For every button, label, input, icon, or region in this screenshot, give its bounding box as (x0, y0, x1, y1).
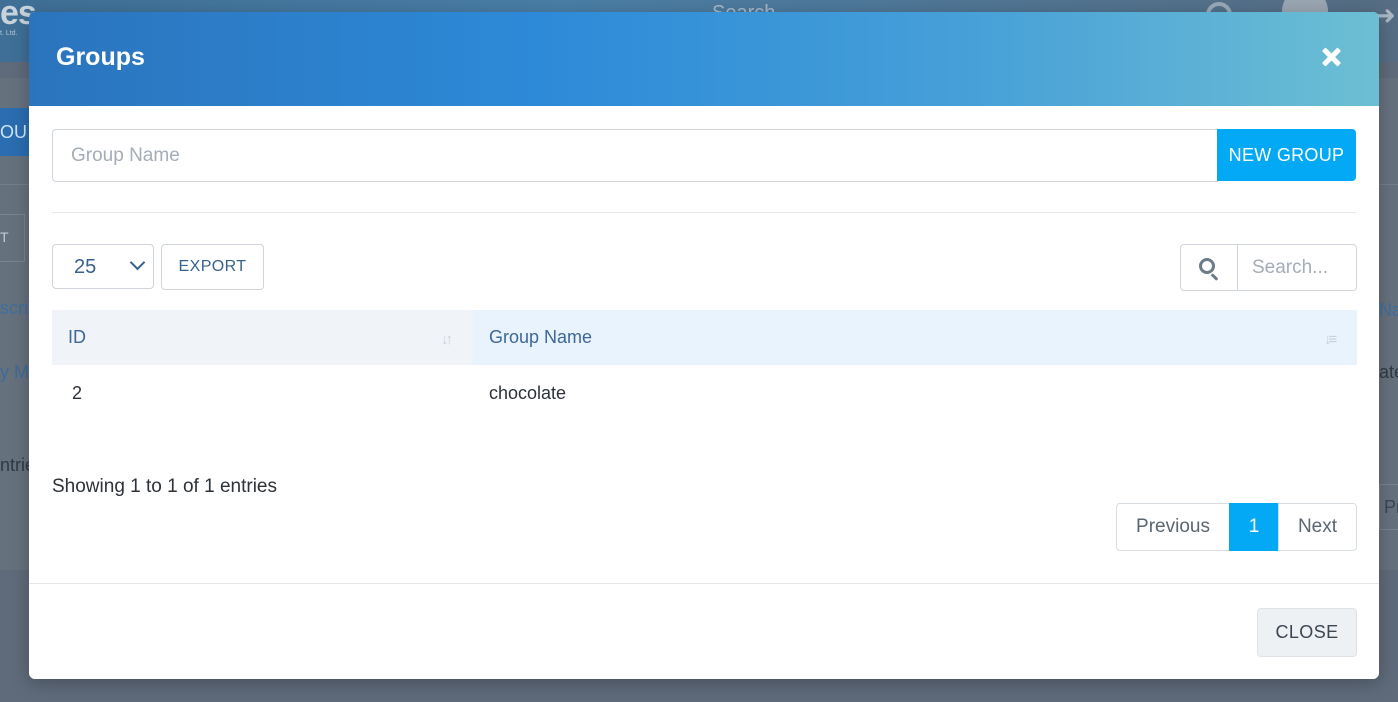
column-header-label: ID (68, 327, 86, 347)
background-table-cell-right: ate (1379, 362, 1398, 382)
close-button[interactable]: CLOSE (1257, 608, 1357, 657)
table-info: Showing 1 to 1 of 1 entries (52, 476, 277, 497)
search-input[interactable] (1237, 244, 1357, 291)
group-name-input[interactable] (52, 129, 1218, 182)
background-table-cell: y M (0, 362, 29, 382)
footer-divider (29, 583, 1379, 584)
chevron-down-icon (129, 254, 146, 271)
background-button: T (0, 214, 25, 262)
close-icon[interactable] (1317, 42, 1347, 72)
modal-title: Groups (56, 43, 145, 71)
column-header-id[interactable]: ID ↓↑ (52, 310, 473, 365)
search-button[interactable] (1180, 244, 1238, 291)
background-pager: Pre (1379, 484, 1398, 530)
cell-id: 2 (72, 383, 83, 403)
previous-page-button[interactable]: Previous (1116, 503, 1230, 551)
page-1-button[interactable]: 1 (1229, 503, 1279, 551)
cell-group-name: chocolate (489, 383, 567, 403)
page-size-value: 25 (74, 256, 97, 278)
background-table-header-right: Na (1379, 300, 1398, 320)
groups-modal: Groups NEW GROUP 25 EXPORT ID ↓↑ Group N… (29, 12, 1379, 679)
table-row: 2 chocolate (52, 365, 1357, 421)
search-icon (1199, 258, 1215, 274)
groups-table: ID ↓↑ Group Name ↓≡ 2 chocolate (52, 310, 1357, 421)
column-header-label: Group Name (489, 327, 593, 347)
table-header: ID ↓↑ Group Name ↓≡ (52, 310, 1357, 365)
background-tab: OU (0, 108, 30, 156)
background-logo-subtext: t. Ltd. (0, 30, 18, 37)
export-button[interactable]: EXPORT (161, 244, 264, 290)
page-size-select[interactable]: 25 (52, 244, 154, 289)
column-header-group-name[interactable]: Group Name ↓≡ (473, 310, 1357, 365)
divider (52, 212, 1356, 213)
next-page-button[interactable]: Next (1278, 503, 1357, 551)
sort-ascending-icon: ↓≡ (1324, 331, 1337, 348)
modal-header: Groups (29, 12, 1379, 106)
new-group-button[interactable]: NEW GROUP (1217, 129, 1356, 181)
sort-icon: ↓↑ (441, 331, 453, 348)
